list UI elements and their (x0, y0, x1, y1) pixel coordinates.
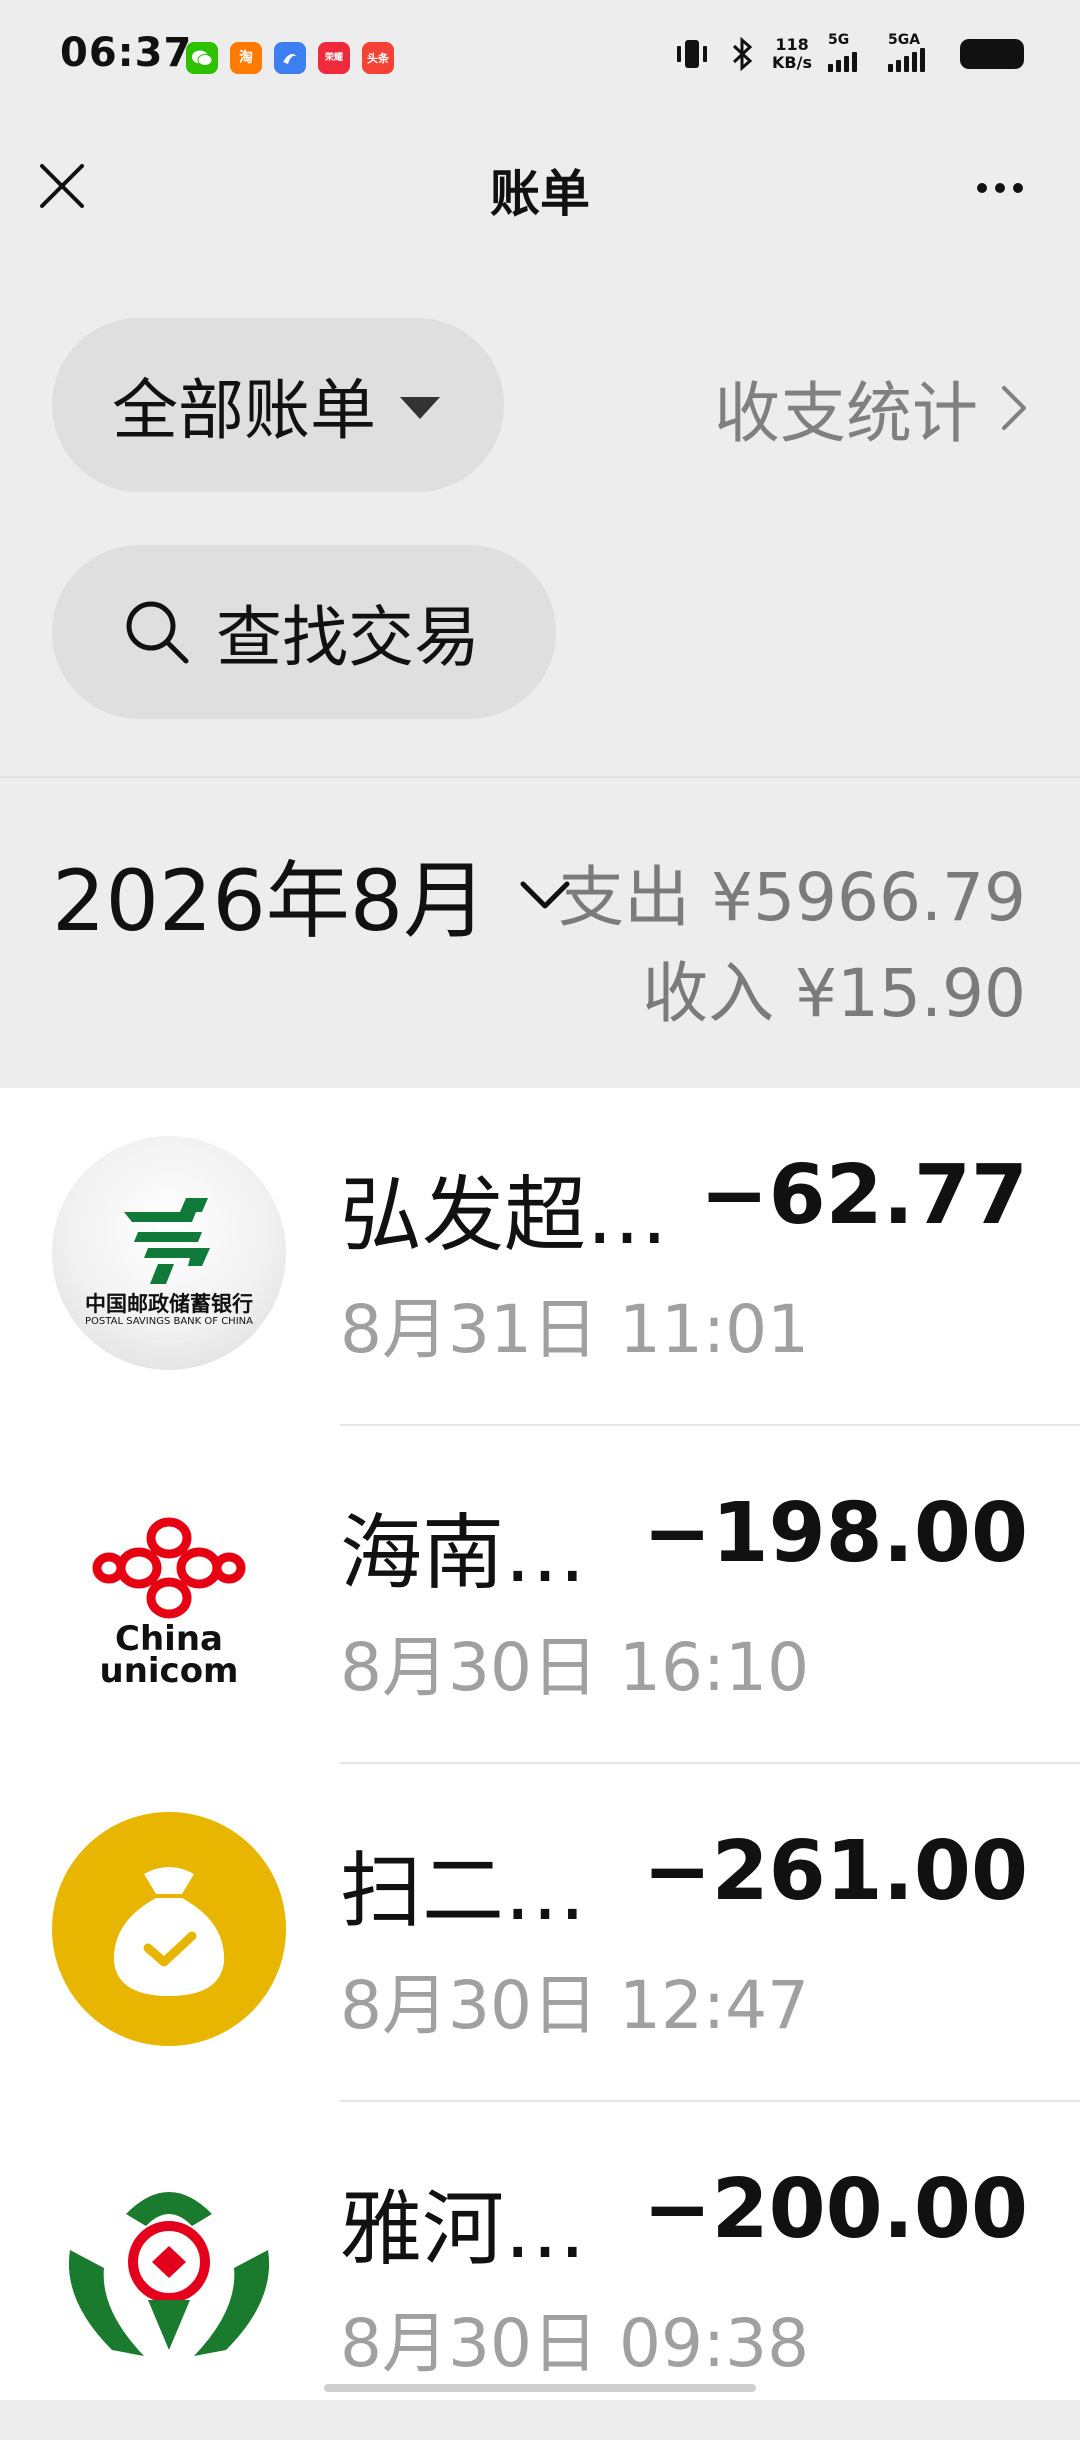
transaction-name: 弘发超… (340, 1168, 669, 1263)
search-label: 查找交易 (216, 599, 480, 676)
transaction-row[interactable]: China unicom 海南… −198.00 8月30日 16:10 (0, 1426, 1080, 1764)
nav-bar: 账单 (0, 120, 1080, 260)
unicom-text-unicom: unicom (99, 1651, 239, 1691)
transaction-list: 中国邮政储蓄银行 POSTAL SAVINGS BANK OF CHINA 弘发… (0, 1088, 1080, 2400)
transaction-amount: −261.00 (642, 1824, 1028, 1919)
signal-5g-label: 5G (828, 32, 850, 48)
all-bills-dropdown[interactable]: 全部账单 (52, 318, 504, 492)
vibrate-icon (677, 40, 708, 68)
taobao-icon: 淘 (230, 42, 262, 74)
month-summary: 2026年8月 支出 ¥5966.79 收入 ¥15.90 (0, 776, 1080, 1088)
tencent-map-icon (274, 42, 306, 74)
toutiao-icon: 头条 (362, 42, 394, 74)
stats-label: 收支统计 (714, 375, 978, 452)
transaction-name: 雅河… (340, 2182, 587, 2277)
psbc-chinese-name: 中国邮政储蓄银行 (85, 1292, 253, 1316)
transaction-name: 海南… (340, 1506, 587, 1601)
income-total: 收入 ¥15.90 (642, 955, 1026, 1032)
signal-5ga-icon: 5GA (888, 32, 944, 72)
expense-total: 支出 ¥5966.79 (558, 859, 1026, 936)
page-title: 账单 (490, 165, 590, 223)
postal-savings-bank-icon: 中国邮政储蓄银行 POSTAL SAVINGS BANK OF CHINA (52, 1136, 286, 1370)
more-icon-dot (1013, 183, 1023, 193)
transaction-amount: −198.00 (642, 1486, 1028, 1581)
income-expense-stats-link[interactable]: 收支统计 (714, 360, 1028, 456)
transaction-name: 扫二… (340, 1844, 587, 1939)
signal-5g-icon: 5G (828, 32, 872, 72)
more-icon (977, 183, 987, 193)
more-button[interactable] (960, 160, 1040, 216)
all-bills-label: 全部账单 (112, 372, 376, 449)
transaction-row[interactable]: 中国邮政储蓄银行 POSTAL SAVINGS BANK OF CHINA 弘发… (0, 1088, 1080, 1426)
transaction-date: 8月31日 11:01 (340, 1291, 810, 1368)
bluetooth-icon (733, 36, 753, 72)
network-speed-unit: KB/s (772, 53, 812, 72)
transaction-amount: −200.00 (642, 2162, 1028, 2257)
transaction-date: 8月30日 16:10 (340, 1629, 810, 1706)
money-bag-icon (52, 1812, 286, 2046)
psbc-english-name: POSTAL SAVINGS BANK OF CHINA (85, 1316, 253, 1327)
battery-icon (960, 39, 1024, 69)
rural-bank-icon (52, 2150, 286, 2384)
search-transactions-button[interactable]: 查找交易 (52, 545, 556, 719)
honor-icon: 荣耀 (318, 42, 350, 74)
signal-5ga-label: 5GA (888, 32, 921, 48)
status-bar: 06:37 淘 荣耀 头条 118 KB/s 5G 5GA (0, 0, 1080, 120)
status-time: 06:37 (60, 30, 193, 76)
month-label: 2026年8月 (52, 852, 488, 950)
notification-icons: 淘 荣耀 头条 (186, 42, 394, 74)
transaction-date: 8月30日 09:38 (340, 2305, 810, 2382)
network-speed-value: 118 (775, 35, 809, 54)
chevron-right-icon (1002, 386, 1026, 430)
home-indicator[interactable] (324, 2384, 756, 2392)
transaction-amount: −62.77 (699, 1148, 1028, 1243)
transaction-row[interactable]: 扫二… −261.00 8月30日 12:47 (0, 1764, 1080, 2102)
status-indicators: 118 KB/s 5G 5GA (672, 32, 1024, 72)
search-icon (126, 601, 189, 664)
network-speed: 118 KB/s (772, 36, 812, 72)
wechat-icon (186, 42, 218, 74)
caret-down-icon (400, 397, 440, 419)
month-selector[interactable]: 2026年8月 (52, 834, 573, 955)
transaction-date: 8月30日 12:47 (340, 1967, 810, 2044)
china-unicom-icon: China unicom (52, 1474, 286, 1708)
more-icon-dot (995, 183, 1005, 193)
